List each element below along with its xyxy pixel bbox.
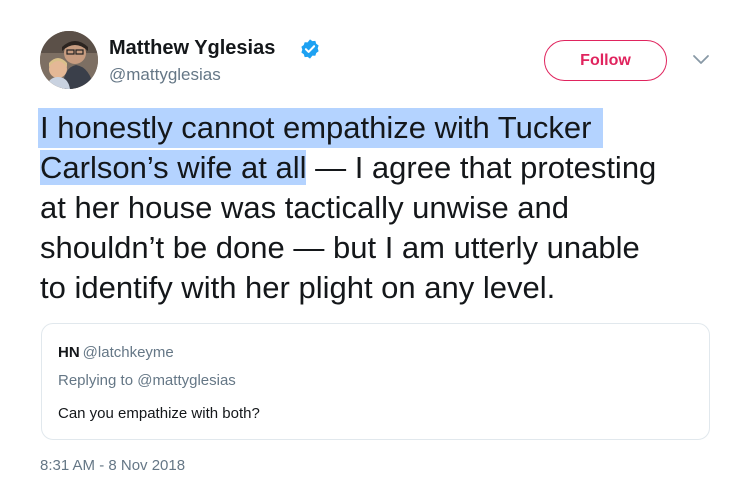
- tweet-timestamp[interactable]: 8:31 AM - 8 Nov 2018: [40, 457, 185, 474]
- avatar-photo-icon: [40, 31, 98, 89]
- tweet-line: shouldn’t be done — but I am utterly una…: [40, 230, 640, 265]
- quoted-author-handle: @latchkeyme: [82, 344, 174, 361]
- quoted-reply-context: Replying to @mattyglesias: [58, 372, 236, 389]
- quoted-tweet-header: HN @latchkeyme: [58, 344, 174, 361]
- quoted-tweet-text: Can you empathize with both?: [58, 405, 260, 422]
- selected-text: Carlson’s wife at all: [40, 150, 307, 185]
- tweet-card: Matthew Yglesias @mattyglesias Follow I …: [0, 0, 756, 492]
- author-handle[interactable]: @mattyglesias: [109, 65, 221, 85]
- author-name[interactable]: Matthew Yglesias: [109, 37, 275, 60]
- author-avatar[interactable]: [40, 31, 98, 89]
- tweet-line: Carlson’s wife at all — I agree that pro…: [40, 148, 720, 188]
- chevron-down-icon[interactable]: [692, 54, 710, 66]
- quoted-author-name: HN: [58, 344, 80, 361]
- tweet-text: I honestly cannot empathize with Tucker …: [38, 108, 720, 308]
- tweet-text-segment: — I agree that protesting: [306, 150, 657, 185]
- verified-badge-icon: [301, 39, 319, 59]
- selected-text: I honestly cannot empathize with Tucker: [38, 108, 604, 148]
- quoted-tweet[interactable]: HN @latchkeyme Replying to @mattyglesias …: [41, 323, 710, 440]
- tweet-line: I honestly cannot empathize with Tucker: [38, 108, 720, 148]
- tweet-line: at her house was tactically unwise and: [40, 190, 570, 225]
- tweet-line: to identify with her plight on any level…: [40, 270, 556, 305]
- follow-button[interactable]: Follow: [544, 40, 667, 81]
